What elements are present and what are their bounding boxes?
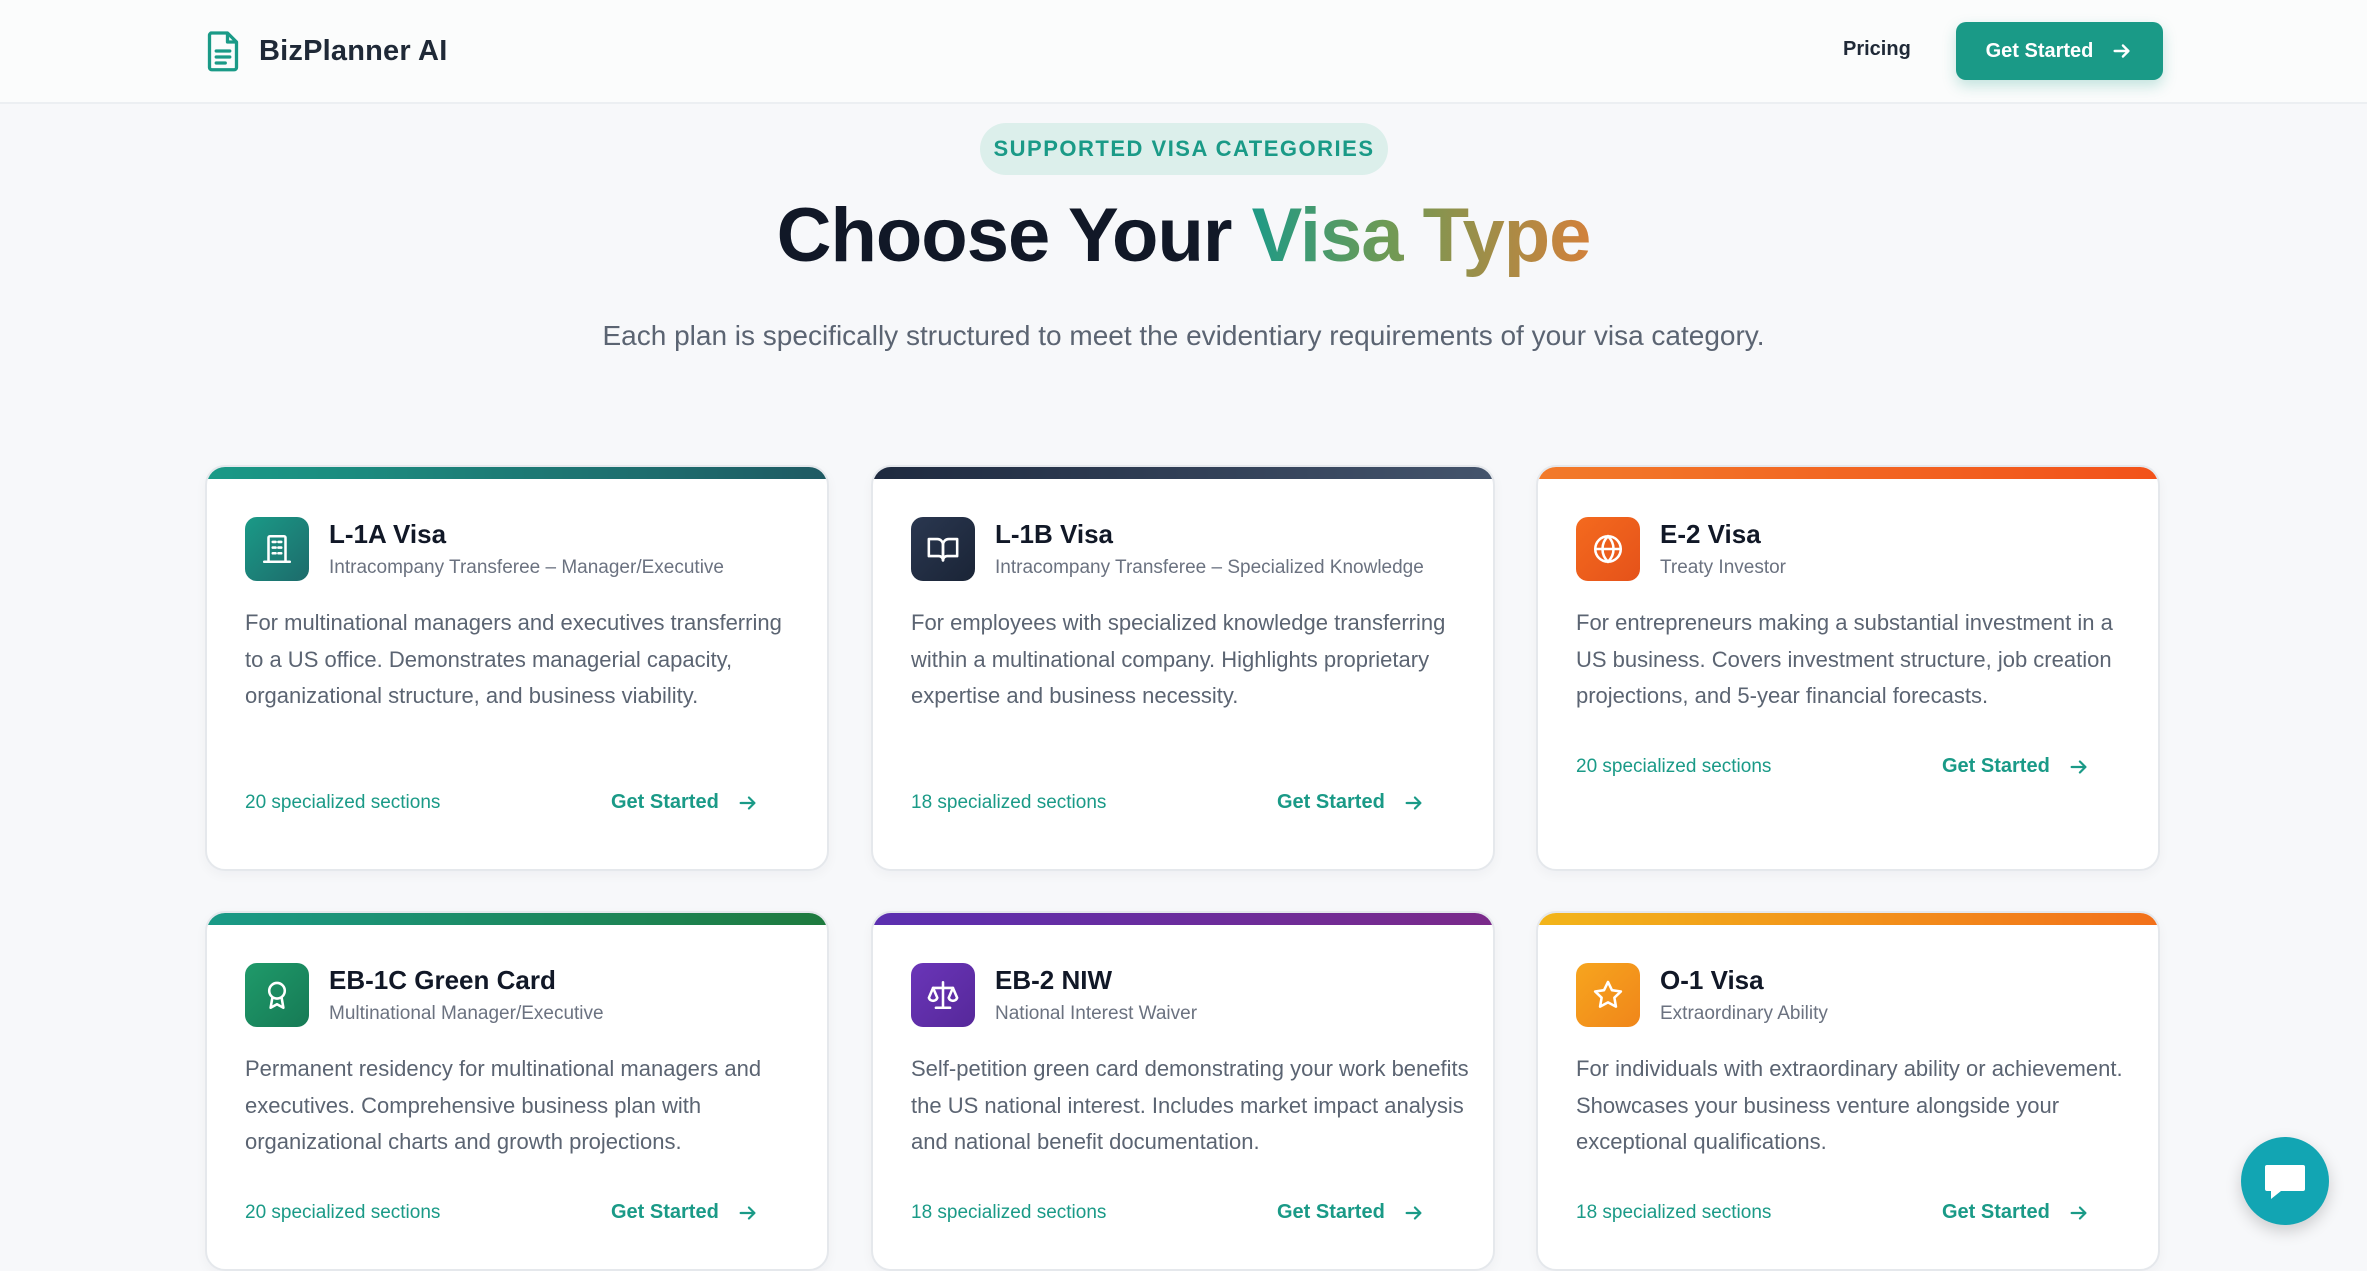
card-cta-label: Get Started	[611, 1201, 719, 1223]
card-subtitle: Intracompany Transferee – Specialized Kn…	[995, 557, 1424, 578]
arrow-right-icon	[2070, 1205, 2087, 1220]
section-badge: SUPPORTED VISA CATEGORIES	[980, 123, 1388, 175]
card-get-started-link[interactable]: Get Started	[1942, 1201, 2090, 1224]
card-title: EB-1C Green Card	[329, 965, 556, 995]
arrow-right-icon	[2113, 44, 2131, 58]
card-description: For multinational managers and executive…	[245, 610, 782, 708]
card-get-started-link[interactable]: Get Started	[1277, 1201, 1425, 1224]
card-description: For individuals with extraordinary abili…	[1576, 1056, 2123, 1154]
card-subtitle: Multinational Manager/Executive	[329, 1003, 604, 1024]
card-cta-label: Get Started	[1277, 1201, 1385, 1223]
card-cta-label: Get Started	[1277, 791, 1385, 813]
page-subtitle: Each plan is specifically structured to …	[602, 320, 1765, 351]
card-subtitle: Intracompany Transferee – Manager/Execut…	[329, 557, 724, 578]
document-icon	[207, 31, 239, 72]
card-title: L-1A Visa	[329, 519, 447, 549]
visa-card-l1b[interactable]: L-1B Visa Intracompany Transferee – Spec…	[871, 465, 1495, 871]
card-get-started-link[interactable]: Get Started	[611, 1201, 759, 1224]
card-description: Self-petition green card demonstrating y…	[911, 1056, 1469, 1154]
top-navbar: BizPlanner AI Pricing Get Started	[0, 0, 2367, 104]
star-icon	[1576, 963, 1640, 1027]
card-description: For entrepreneurs making a substantial i…	[1576, 610, 2113, 708]
card-section-count: 20 specialized sections	[245, 792, 441, 813]
page-title-accent: Visa Type	[1251, 193, 1592, 278]
nav-link-pricing[interactable]: Pricing	[1843, 38, 1911, 61]
card-get-started-link[interactable]: Get Started	[1942, 755, 2090, 778]
chat-widget-button[interactable]	[2241, 1137, 2329, 1225]
arrow-right-icon	[2070, 759, 2087, 774]
card-cta-label: Get Started	[1942, 755, 2050, 777]
card-accent-bar	[873, 467, 1493, 479]
arrow-right-icon	[1405, 1205, 1422, 1220]
get-started-label: Get Started	[1985, 39, 2094, 62]
card-accent-bar	[1538, 467, 2158, 479]
card-title: EB-2 NIW	[995, 965, 1112, 995]
card-cta-label: Get Started	[611, 791, 719, 813]
page-title-prefix: Choose Your	[776, 193, 1252, 278]
building-icon	[245, 517, 309, 581]
get-started-button[interactable]: Get Started	[1956, 22, 2163, 80]
card-section-count: 18 specialized sections	[911, 792, 1107, 813]
visa-card-eb1c[interactable]: EB-1C Green Card Multinational Manager/E…	[205, 911, 829, 1271]
brand-name: BizPlanner AI	[259, 34, 448, 67]
card-section-count: 18 specialized sections	[1576, 1202, 1772, 1223]
book-icon	[911, 517, 975, 581]
brand-logo[interactable]: BizPlanner AI	[205, 30, 447, 72]
card-cta-label: Get Started	[1942, 1201, 2050, 1223]
card-subtitle: Treaty Investor	[1660, 557, 1787, 578]
card-title: O-1 Visa	[1660, 965, 1764, 995]
chat-bubble-icon	[2265, 1165, 2305, 1199]
arrow-right-icon	[739, 1205, 756, 1220]
card-subtitle: National Interest Waiver	[995, 1003, 1198, 1024]
card-accent-bar	[1538, 913, 2158, 925]
award-icon	[245, 963, 309, 1027]
card-title: L-1B Visa	[995, 519, 1114, 549]
card-subtitle: Extraordinary Ability	[1660, 1003, 1828, 1024]
card-title: E-2 Visa	[1660, 519, 1761, 549]
visa-card-o1[interactable]: O-1 Visa Extraordinary Ability For indiv…	[1536, 911, 2160, 1271]
scale-icon	[911, 963, 975, 1027]
page-title: Choose Your Visa Type	[0, 192, 2367, 279]
arrow-right-icon	[739, 795, 756, 810]
arrow-right-icon	[1405, 795, 1422, 810]
visa-card-eb2-niw[interactable]: EB-2 NIW National Interest Waiver Self-p…	[871, 911, 1495, 1271]
card-section-count: 18 specialized sections	[911, 1202, 1107, 1223]
card-get-started-link[interactable]: Get Started	[611, 791, 759, 814]
card-description: For employees with specialized knowledge…	[911, 610, 1446, 708]
globe-icon	[1576, 517, 1640, 581]
visa-card-l1a[interactable]: L-1A Visa Intracompany Transferee – Mana…	[205, 465, 829, 871]
card-section-count: 20 specialized sections	[1576, 756, 1772, 777]
card-section-count: 20 specialized sections	[245, 1202, 441, 1223]
card-accent-bar	[207, 467, 827, 479]
card-accent-bar	[873, 913, 1493, 925]
card-accent-bar	[207, 913, 827, 925]
visa-card-e2[interactable]: E-2 Visa Treaty Investor For entrepreneu…	[1536, 465, 2160, 871]
card-get-started-link[interactable]: Get Started	[1277, 791, 1425, 814]
card-description: Permanent residency for multinational ma…	[245, 1056, 762, 1154]
